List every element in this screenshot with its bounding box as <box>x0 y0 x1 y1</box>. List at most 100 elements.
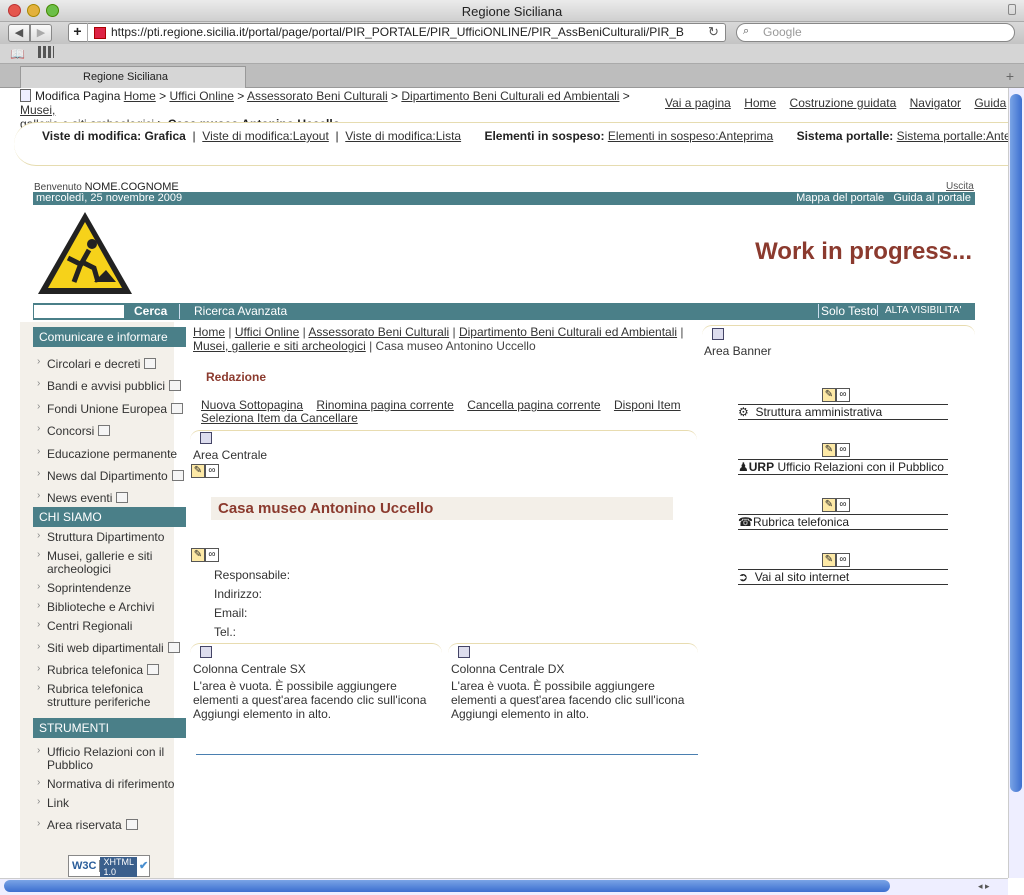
pending-label: Elementi in sospeso: <box>484 129 605 143</box>
external-link-icon <box>171 470 184 482</box>
link-icon[interactable]: ∞ <box>205 548 219 562</box>
sidebar-item-soprintendenze[interactable]: Soprintendenze <box>33 580 186 595</box>
crumb-musei[interactable]: Musei, gallerie e siti archeologici <box>193 339 366 353</box>
guided-build-link[interactable]: Costruzione guidata <box>790 96 897 110</box>
sidebar-item-link[interactable]: Link <box>33 795 186 810</box>
external-link-icon <box>169 380 182 392</box>
advanced-search-link[interactable]: Ricerca Avanzata <box>194 304 287 318</box>
delete-page-link[interactable]: Cancella pagina corrente <box>467 398 600 412</box>
search-field[interactable]: Google <box>736 23 1015 42</box>
page-icon <box>20 89 31 102</box>
crumb-uffici-online[interactable]: Uffici Online <box>235 325 299 339</box>
select-items-delete-link[interactable]: Seleziona Item da Cancellare <box>201 411 358 425</box>
add-item-icon[interactable] <box>458 646 470 658</box>
logout-link[interactable]: Uscita <box>946 181 974 192</box>
sidebar-item-rubrica[interactable]: Rubrica telefonica <box>33 662 186 677</box>
sidebar-item-siti-web[interactable]: Siti web dipartimentali <box>33 640 186 655</box>
site-search-input[interactable] <box>34 305 124 318</box>
crumb-home[interactable]: Home <box>193 325 225 339</box>
link-struttura-amministrativa[interactable]: ⚙ Struttura amministrativa <box>738 404 948 420</box>
sidebar-item-urp[interactable]: Ufficio Relazioni con il Pubblico <box>33 744 186 772</box>
add-item-icon[interactable] <box>200 646 212 658</box>
add-item-icon[interactable] <box>200 432 212 444</box>
reload-icon[interactable]: ↻ <box>708 24 719 40</box>
crumb-current: Casa museo Antonino Uccello <box>375 339 536 353</box>
portal-guide-link[interactable]: Guida al portale <box>893 192 971 204</box>
external-link-icon <box>116 492 129 504</box>
crumb-musei-line1[interactable]: Musei, <box>20 103 55 117</box>
view-layout-link[interactable]: Viste di modifica:Layout <box>202 129 329 143</box>
sidebar-item-biblioteche[interactable]: Biblioteche e Archivi <box>33 599 186 614</box>
goto-page-link[interactable]: Vai a pagina <box>665 96 731 110</box>
forward-button[interactable]: ▶ <box>30 24 52 42</box>
work-in-progress-icon <box>38 212 132 294</box>
new-subpage-link[interactable]: Nuova Sottopagina <box>201 398 303 412</box>
pencil-icon[interactable]: ✎ <box>822 443 836 457</box>
high-visibility-link[interactable]: ALTA VISIBILITA' <box>877 305 961 316</box>
arrange-items-link[interactable]: Disponi Item <box>614 398 681 412</box>
pencil-icon[interactable]: ✎ <box>191 548 205 562</box>
pencil-icon[interactable]: ✎ <box>822 553 836 567</box>
url-field[interactable]: https://pti.regione.sicilia.it/portal/pa… <box>68 23 726 42</box>
view-lista-link[interactable]: Viste di modifica:Lista <box>345 129 461 143</box>
sidebar-item-fondi-ue[interactable]: Fondi Unione Europea <box>33 396 186 420</box>
site-map-link[interactable]: Mappa del portale <box>796 192 884 204</box>
link-icon[interactable]: ∞ <box>836 443 850 457</box>
crumb-assessorato[interactable]: Assessorato Beni Culturali <box>308 325 449 339</box>
sidebar-item-musei[interactable]: Musei, gallerie e siti archeologici <box>33 548 186 576</box>
crumb-dipartimento[interactable]: Dipartimento Beni Culturali ed Ambiental… <box>459 325 677 339</box>
vertical-scroll-thumb[interactable] <box>1010 94 1022 792</box>
home-link[interactable]: Home <box>744 96 776 110</box>
text-only-link[interactable]: Solo Testo <box>818 304 877 318</box>
edit-tools-2: ✎ ∞ <box>191 546 219 562</box>
link-vai-al-sito[interactable]: ➲ Vai al sito internet <box>738 569 948 585</box>
add-item-icon[interactable] <box>712 328 724 340</box>
navigator-link[interactable]: Navigator <box>910 96 961 110</box>
sidebar-item-struttura[interactable]: Struttura Dipartimento <box>33 529 186 544</box>
reading-list-icon[interactable]: 📖 <box>10 47 25 61</box>
sidebar-item-centri[interactable]: Centri Regionali <box>33 618 186 633</box>
sidebar-item-educazione[interactable]: Educazione permanente <box>33 441 186 465</box>
system-preview-link[interactable]: Sistema portalle:AnteprimaVisu <box>897 129 1008 143</box>
site-favicon-icon <box>94 27 106 39</box>
external-link-icon <box>167 642 180 653</box>
arrow-icon: ➲ <box>738 570 749 584</box>
new-tab-button[interactable]: + <box>1006 68 1014 84</box>
pending-preview-link[interactable]: Elementi in sospeso:Anteprima <box>608 129 773 143</box>
sidebar-item-concorsi[interactable]: Concorsi <box>33 418 186 442</box>
sidebar-section-title: CHI SIAMO <box>33 507 186 527</box>
back-button[interactable]: ◀ <box>8 24 30 42</box>
sidebar-item-rubrica-periferiche[interactable]: Rubrica telefonica strutture periferiche <box>33 681 186 709</box>
link-icon[interactable]: ∞ <box>205 464 219 478</box>
sidebar-item-normativa[interactable]: Normativa di riferimento <box>33 776 186 791</box>
w3c-xhtml-badge[interactable]: W3C XHTML 1.0 ✔ <box>68 855 150 877</box>
date-bar: mercoledì, 25 novembre 2009 Mappa del po… <box>33 192 975 205</box>
scroll-arrows-icon[interactable]: ◂ ▸ <box>978 881 990 892</box>
guide-link[interactable]: Guida <box>974 96 1006 110</box>
crumb-uffici-online[interactable]: Uffici Online <box>169 89 233 103</box>
search-icon: ⌕ <box>743 25 750 37</box>
tab-regione-siciliana[interactable]: Regione Siciliana <box>20 66 246 88</box>
sidebar-item-news-dipartimento[interactable]: News dal Dipartimento <box>33 463 186 487</box>
pencil-icon[interactable]: ✎ <box>822 388 836 402</box>
horizontal-scroll-thumb[interactable] <box>4 880 890 892</box>
col-sx-header <box>190 643 442 657</box>
link-icon[interactable]: ∞ <box>836 388 850 402</box>
top-sites-icon[interactable] <box>38 46 54 58</box>
sidebar-item-bandi[interactable]: Bandi e avvisi pubblici <box>33 373 186 397</box>
crumb-home[interactable]: Home <box>124 89 156 103</box>
search-button[interactable]: Cerca <box>134 304 167 318</box>
link-rubrica-telefonica[interactable]: ☎Rubrica telefonica <box>738 514 948 530</box>
pencil-icon[interactable]: ✎ <box>191 464 205 478</box>
link-icon[interactable]: ∞ <box>836 553 850 567</box>
pencil-icon[interactable]: ✎ <box>822 498 836 512</box>
link-icon[interactable]: ∞ <box>836 498 850 512</box>
link-urp[interactable]: ♟URP Ufficio Relazioni con il Pubblico <box>738 459 948 475</box>
rename-page-link[interactable]: Rinomina pagina corrente <box>316 398 453 412</box>
add-bookmark-button[interactable]: + <box>68 23 88 42</box>
sidebar-item-area-riservata[interactable]: Area riservata <box>33 817 186 832</box>
crumb-assessorato[interactable]: Assessorato Beni Culturali <box>247 89 388 103</box>
sidebar-list-strumenti: Ufficio Relazioni con il Pubblico Normat… <box>33 738 186 832</box>
crumb-dipartimento[interactable]: Dipartimento Beni Culturali ed Ambiental… <box>401 89 619 103</box>
sidebar-item-circolari[interactable]: Circolari e decreti <box>33 351 186 375</box>
